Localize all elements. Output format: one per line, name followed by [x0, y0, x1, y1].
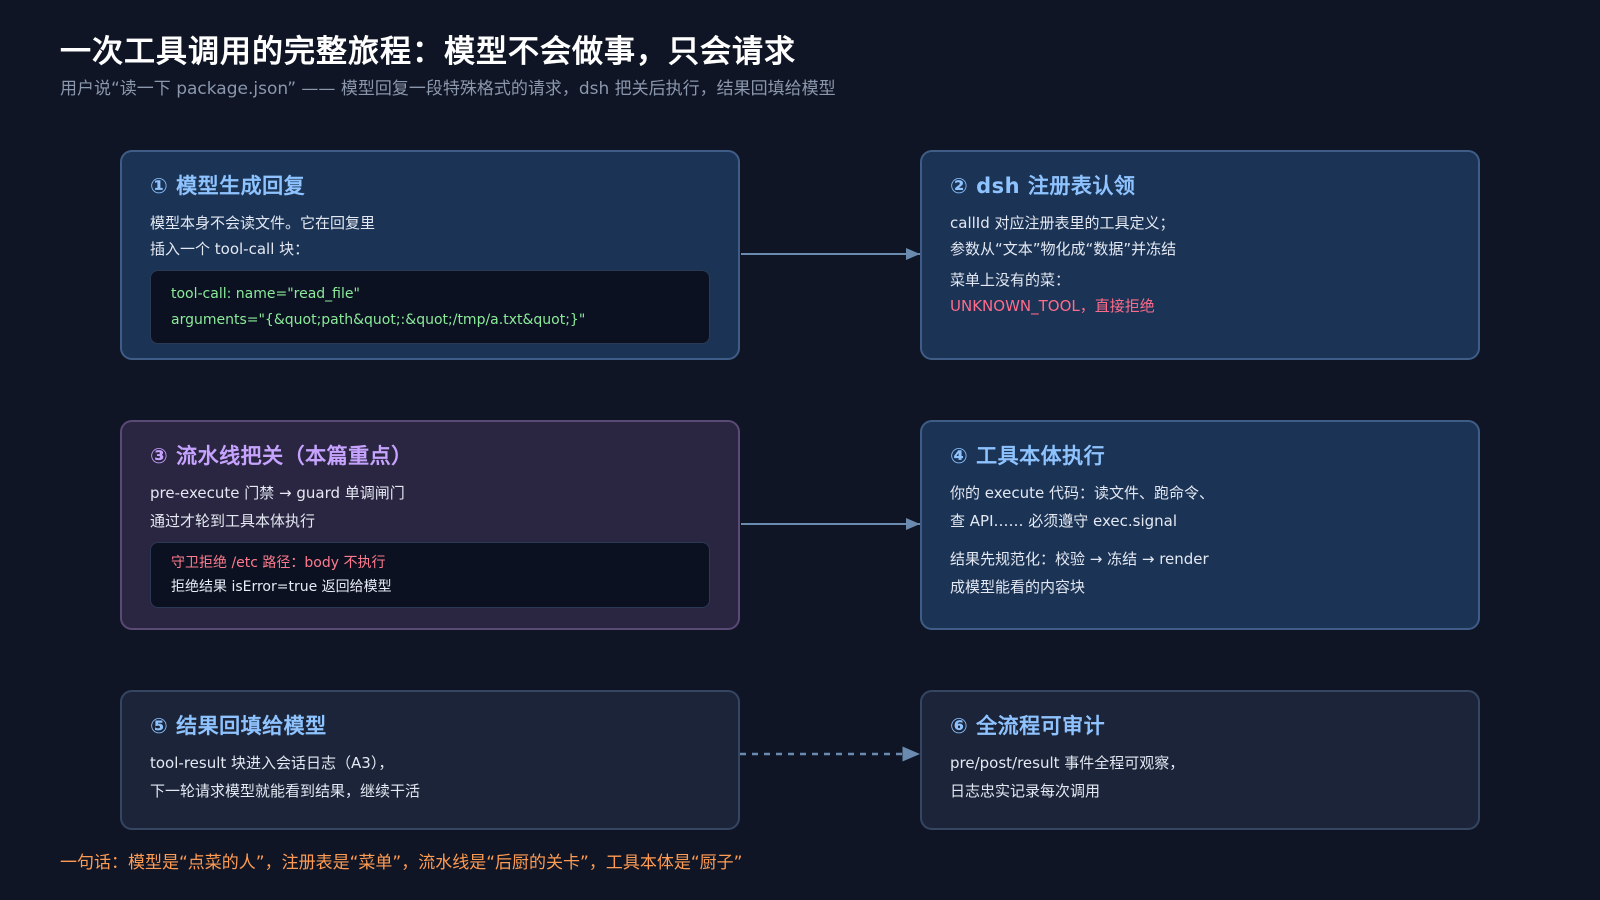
step-card-3: ③ 流水线把关（本篇重点） pre-execute 门禁 → guard 单调闸…	[120, 420, 740, 630]
code-line: arguments="{&quot;path&quot;:&quot;/tmp/…	[171, 312, 586, 328]
code-block: tool-call: name="read_file" arguments="{…	[150, 270, 710, 344]
step-title: ⑤ 结果回填给模型	[150, 714, 327, 738]
page-title: 一次工具调用的完整旅程：模型不会做事，只会请求	[60, 34, 796, 70]
step-title: ① 模型生成回复	[150, 174, 306, 198]
step-text: 模型本身不会读文件。它在回复里	[150, 214, 376, 232]
step-text: 成模型能看的内容块	[950, 578, 1086, 596]
page-subtitle: 用户说“读一下 package.json” —— 模型回复一段特殊格式的请求，d…	[60, 79, 836, 99]
step-text: 结果先规范化：校验 → 冻结 → render	[950, 550, 1209, 568]
code-block: 守卫拒绝 /etc 路径：body 不执行 拒绝结果 isError=true …	[150, 542, 710, 608]
step-text: 菜单上没有的菜：	[950, 271, 1071, 289]
summary-footer: 一句话：模型是“点菜的人”，注册表是“菜单”，流水线是“后厨的关卡”，工具本体是…	[60, 853, 743, 873]
step-title: ⑥ 全流程可审计	[950, 714, 1106, 738]
step-title: ③ 流水线把关（本篇重点）	[150, 444, 413, 468]
step-card-1: ① 模型生成回复 模型本身不会读文件。它在回复里 插入一个 tool-call …	[120, 150, 740, 360]
code-line: tool-call: name="read_file"	[171, 286, 360, 302]
step-text: 插入一个 tool-call 块：	[150, 240, 310, 258]
step-text: 日志忠实记录每次调用	[950, 782, 1101, 800]
code-line: 守卫拒绝 /etc 路径：body 不执行	[171, 555, 386, 571]
step-text: 参数从“文本”物化成“数据”并冻结	[950, 240, 1177, 258]
step-title: ② dsh 注册表认领	[950, 174, 1136, 198]
step-text: callId 对应注册表里的工具定义；	[950, 214, 1175, 232]
code-line: 拒绝结果 isError=true 返回给模型	[171, 579, 392, 595]
step-text-danger: UNKNOWN_TOOL，直接拒绝	[950, 297, 1155, 315]
step-title: ④ 工具本体执行	[950, 444, 1106, 468]
step-card-4: ④ 工具本体执行 你的 execute 代码：读文件、跑命令、 查 API…… …	[920, 420, 1480, 630]
step-text: tool-result 块进入会话日志（A3），	[150, 754, 394, 772]
step-card-5: ⑤ 结果回填给模型 tool-result 块进入会话日志（A3）， 下一轮请求…	[120, 690, 740, 830]
step-text: 下一轮请求模型就能看到结果，继续干活	[150, 782, 421, 800]
step-text: pre/post/result 事件全程可观察，	[950, 754, 1185, 772]
step-text: 通过才轮到工具本体执行	[150, 512, 316, 530]
step-text: pre-execute 门禁 → guard 单调闸门	[150, 484, 405, 502]
step-card-6: ⑥ 全流程可审计 pre/post/result 事件全程可观察， 日志忠实记录…	[920, 690, 1480, 830]
step-text: 你的 execute 代码：读文件、跑命令、	[950, 484, 1215, 502]
step-card-2: ② dsh 注册表认领 callId 对应注册表里的工具定义； 参数从“文本”物…	[920, 150, 1480, 360]
step-text: 查 API…… 必须遵守 exec.signal	[950, 512, 1178, 530]
